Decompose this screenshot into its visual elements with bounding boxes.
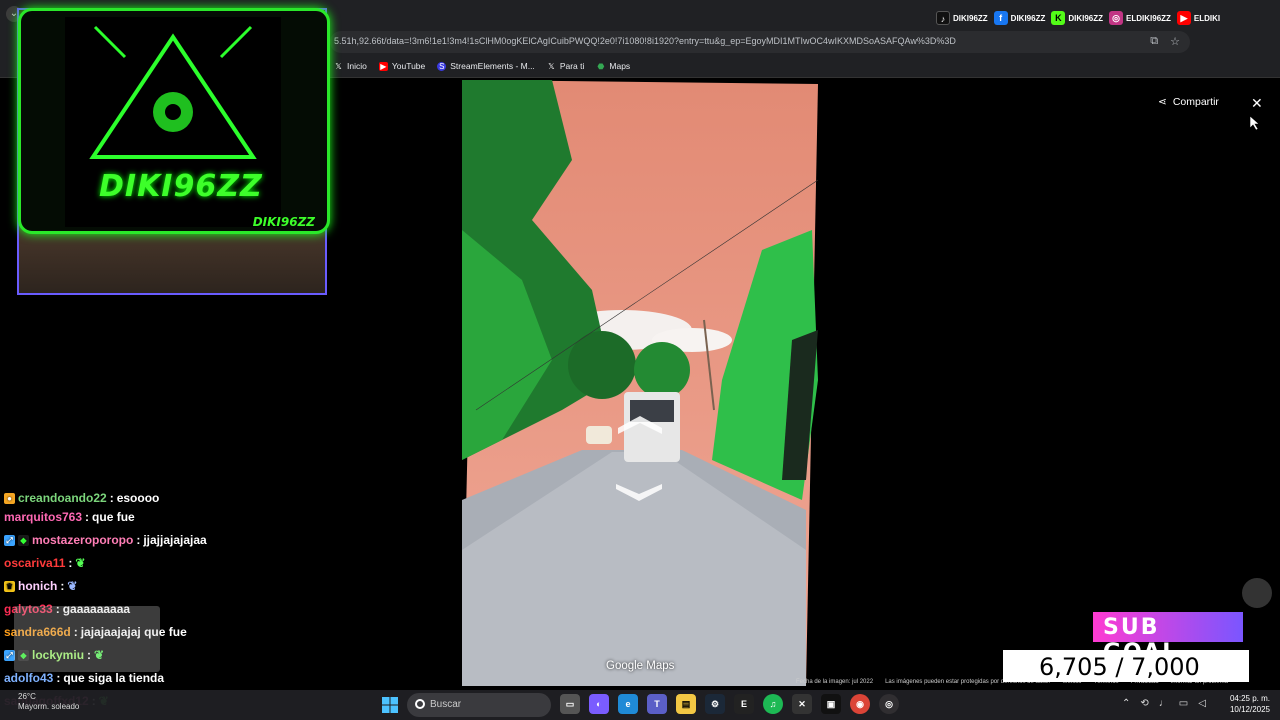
taskbar-search[interactable]: Buscar <box>407 693 551 717</box>
emote-icon: ❦ <box>67 579 78 593</box>
sub-goal-counter: 6,705 / 7,000 <box>1003 650 1249 682</box>
social-instagram: ◎ ELDIKI96ZZ <box>1109 11 1171 25</box>
tray-overflow-icon[interactable]: ⌃ <box>1122 698 1130 709</box>
imagery-date: Fecha de la imagen: jul 2022 <box>796 679 874 685</box>
taskbar-clock[interactable]: 04:25 p. m. 10/12/2025 <box>1224 693 1270 715</box>
chat-badge-icon: ● <box>4 492 15 504</box>
sub-goal-banner: SUB GOAL <box>1093 612 1243 665</box>
street-scene <box>462 80 818 686</box>
crown-badge-icon: ♛ <box>4 581 15 592</box>
volume-icon[interactable]: ◁ <box>1198 698 1206 709</box>
youtube-icon: ▶ <box>378 61 388 71</box>
stream-chat: ● creandoando22 : esoooo marquitos763 : … <box>4 490 454 713</box>
x-icon: 𝕏 <box>335 61 342 71</box>
chrome-icon[interactable]: ◉ <box>850 694 870 714</box>
instagram-icon: ◎ <box>1109 11 1124 25</box>
microphone-icon[interactable]: ♩ <box>1159 698 1169 709</box>
bookmarks-list: 𝕏 Inicio ▶ YouTube S StreamElements - M... … <box>334 61 630 71</box>
weather-widget[interactable]: 26°C Mayorm. soleado <box>18 692 79 712</box>
install-app-icon[interactable]: ⧉ <box>1150 35 1158 48</box>
chat-message: marquitos763 : que fue <box>4 510 135 524</box>
street-view-compass-icon[interactable] <box>1242 578 1272 608</box>
windows-start-icon[interactable] <box>382 697 398 713</box>
bookmark-star-icon[interactable]: ☆ <box>1170 35 1180 48</box>
chat-message: ⤢ ◆ mostazeroporopo : jjajjajajajaa <box>4 529 454 552</box>
url-text: 5.51h,92.66t/data=!3m6!1e1!3m4!1sClHM0og… <box>334 36 956 46</box>
bookmark-para-ti[interactable]: 𝕏 Para ti <box>547 61 584 71</box>
logo-tagline: DIKI96ZZ <box>252 215 315 229</box>
maps-icon: ⬣ <box>597 61 605 71</box>
bookmark-inicio[interactable]: 𝕏 Inicio <box>334 61 367 71</box>
street-view-image[interactable] <box>462 80 818 686</box>
youtube-icon: ▶ <box>1176 11 1191 25</box>
sub-goal-progress: 6,705 / 7,000 <box>1039 653 1200 681</box>
search-icon <box>415 699 425 709</box>
system-tray: ⌃ ⟲ ♩ ▭ ◁ <box>1122 698 1206 709</box>
obs-icon[interactable]: ◎ <box>879 694 899 714</box>
share-icon: ⋖ <box>1158 96 1167 108</box>
logo-title: DIKI96ZZ <box>99 169 263 204</box>
streamelements-icon: S <box>437 61 447 71</box>
capcut-icon[interactable]: ▣ <box>821 694 841 714</box>
social-facebook: f DIKI96ZZ <box>993 11 1045 25</box>
sub-badge-icon: ◆ <box>18 535 29 546</box>
kick-icon: K <box>1051 11 1066 25</box>
chat-message: ● creandoando22 : esoooo <box>4 490 454 506</box>
social-tiktok: ♪ DIKI96ZZ <box>936 11 988 25</box>
mouse-cursor-icon <box>1250 116 1260 130</box>
tiktok-icon: ♪ <box>936 11 950 25</box>
google-maps-watermark: Google Maps <box>606 660 675 672</box>
network-icon[interactable]: ⟲ <box>1140 698 1148 709</box>
social-youtube: ▶ ELDIKI <box>1176 11 1220 25</box>
edge-icon[interactable]: e <box>618 694 638 714</box>
bookmark-streamelements[interactable]: S StreamElements - M... <box>437 61 535 71</box>
share-button[interactable]: ⋖ Compartir <box>1158 96 1219 108</box>
task-view-icon[interactable]: ▭ <box>560 694 580 714</box>
social-kick: K DIKI96ZZ <box>1051 11 1103 25</box>
spotify-icon[interactable]: ♫ <box>763 694 783 714</box>
chat-message: oscariva11 : ❦ <box>4 552 454 575</box>
windows-taskbar: 26°C Mayorm. soleado Buscar ▭ ◐ e T ▤ ⚙ … <box>0 690 1280 720</box>
emote-icon: ❦ <box>75 556 86 570</box>
url-actions: ⧉ ☆ <box>1150 35 1180 48</box>
prime-badge-icon: ⤢ <box>4 535 15 546</box>
bookmark-maps[interactable]: ⬣ Maps <box>596 61 630 71</box>
chat-user-card-popup <box>14 606 160 672</box>
file-explorer-icon[interactable]: ▤ <box>676 694 696 714</box>
street-nav-back-arrow-icon[interactable] <box>616 480 662 502</box>
close-button[interactable]: ✕ <box>1251 95 1263 112</box>
facebook-icon: f <box>993 11 1008 25</box>
steam-icon[interactable]: ⚙ <box>705 694 725 714</box>
x-icon: 𝕏 <box>548 61 555 71</box>
epic-games-icon[interactable]: E <box>734 694 754 714</box>
xbox-icon[interactable]: ✕ <box>792 694 812 714</box>
teams-icon[interactable]: T <box>647 694 667 714</box>
screen: ⌄ ♪ DIKI96ZZ f DIKI96ZZ K DIKI96ZZ ◎ ELDIKI9… <box>0 0 1280 720</box>
bookmark-youtube[interactable]: ▶ YouTube <box>378 61 425 71</box>
copilot-icon[interactable]: ◐ <box>589 694 609 714</box>
street-nav-forward-arrow-icon[interactable] <box>618 414 662 436</box>
stream-logo-panel: DIKI96ZZ DIKI96ZZ <box>18 8 330 234</box>
social-links-bar: ♪ DIKI96ZZ f DIKI96ZZ K DIKI96ZZ ◎ ELDIKI96Z… <box>936 11 1220 25</box>
url-field[interactable]: 5.51h,92.66t/data=!3m6!1e1!3m4!1sClHM0og… <box>330 31 1190 53</box>
chat-message: ♛ honich : ❦ <box>4 575 454 598</box>
display-icon[interactable]: ▭ <box>1179 698 1188 709</box>
taskbar-apps: ▭ ◐ e T ▤ ⚙ E ♫ ✕ ▣ ◉ ◎ <box>560 694 899 714</box>
